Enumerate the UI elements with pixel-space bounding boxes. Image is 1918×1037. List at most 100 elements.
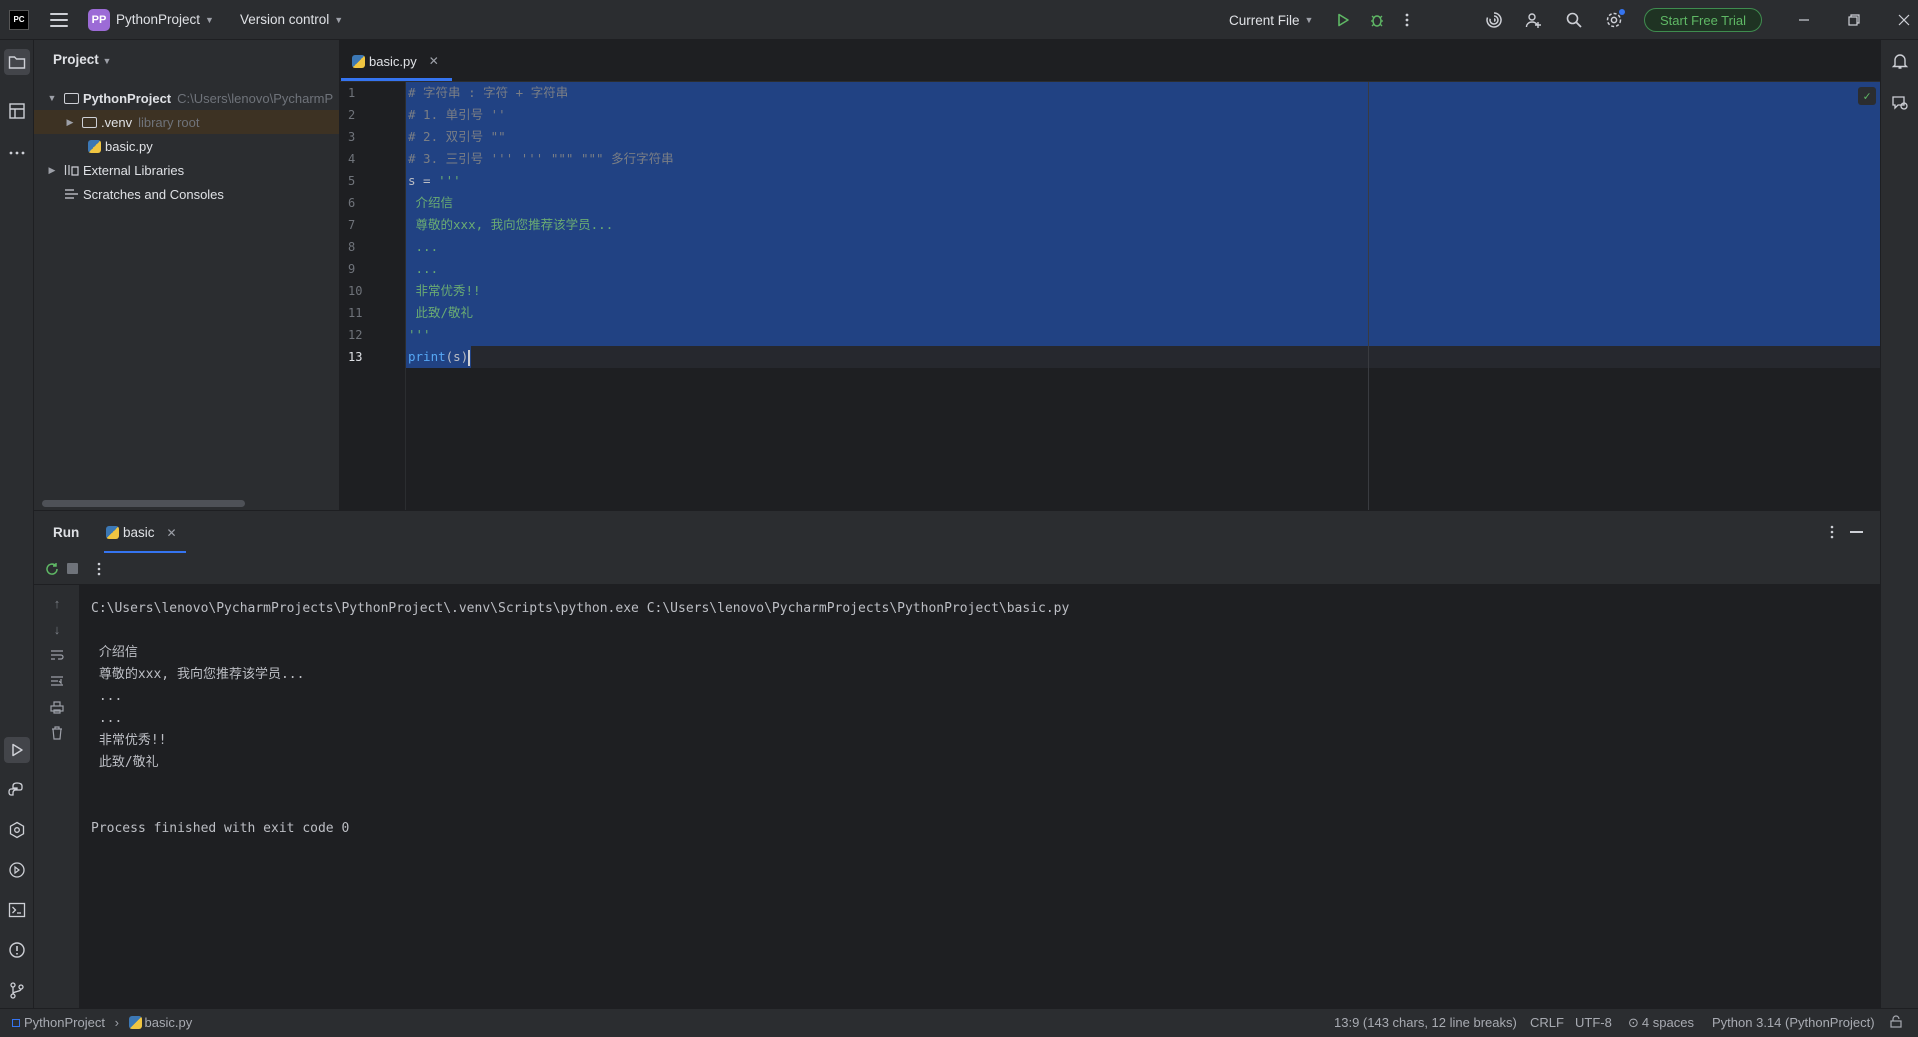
code-token: s =: [408, 173, 439, 188]
problems-icon[interactable]: [4, 937, 30, 963]
breadcrumb-file[interactable]: basic.py: [145, 1015, 193, 1030]
chevron-down-icon: ▼: [205, 14, 214, 25]
soft-wrap-icon[interactable]: [48, 646, 66, 664]
project-badge[interactable]: PP: [88, 8, 110, 31]
python-console-icon[interactable]: [4, 857, 30, 883]
run-config-selector[interactable]: Current File ▼: [1229, 13, 1313, 28]
file-encoding[interactable]: UTF-8: [1575, 1015, 1612, 1030]
restore-icon[interactable]: [1840, 6, 1868, 34]
console-output-line: ...: [91, 711, 123, 726]
library-icon: [64, 164, 79, 176]
ai-chat-icon[interactable]: [1887, 90, 1913, 116]
current-line-highlight: [406, 346, 1880, 368]
code-line: ''': [408, 327, 431, 342]
breadcrumb-project[interactable]: PythonProject: [24, 1015, 105, 1030]
arrow-up-icon[interactable]: ↑: [48, 594, 66, 612]
active-tab-indicator: [341, 78, 452, 81]
minimize-icon[interactable]: [1790, 6, 1818, 34]
ext-libs-label: External Libraries: [83, 162, 185, 178]
notifications-bell-icon[interactable]: [1887, 48, 1913, 74]
project-tool-folder-icon[interactable]: [4, 49, 30, 75]
code-token: ''': [438, 173, 461, 188]
code-line: 此致/敬礼: [408, 305, 474, 320]
tree-item-scratches[interactable]: Scratches and Consoles: [34, 182, 339, 206]
file-name: basic.py: [105, 138, 153, 154]
update-badge: [1619, 9, 1625, 15]
trash-icon[interactable]: [48, 724, 66, 742]
project-panel-title[interactable]: Project ▼: [53, 52, 111, 67]
read-only-toggle-icon[interactable]: [1890, 1015, 1902, 1031]
run-icon[interactable]: [1329, 6, 1357, 34]
console-command-line: C:\Users\lenovo\PycharmProjects\PythonPr…: [91, 601, 1070, 616]
ai-assistant-icon[interactable]: [1480, 6, 1508, 34]
pycharm-icon[interactable]: PC: [9, 9, 29, 30]
terminal-icon[interactable]: [4, 897, 30, 923]
rerun-icon[interactable]: [44, 561, 60, 580]
start-free-trial-button[interactable]: Start Free Trial: [1644, 8, 1762, 32]
search-icon[interactable]: [1560, 6, 1588, 34]
run-panel-title: Run: [53, 525, 80, 540]
structure-icon[interactable]: [4, 98, 30, 124]
run-panel-header: Run basic ✕: [34, 510, 1880, 554]
code-line: ...: [408, 261, 439, 276]
project-switcher[interactable]: PythonProject ▼: [116, 12, 214, 27]
run-tool-icon[interactable]: [4, 737, 30, 763]
services-icon[interactable]: [4, 817, 30, 843]
tab-label: basic.py: [369, 53, 417, 69]
scratches-icon: [64, 188, 79, 200]
title-bar: PC PP PythonProject ▼ Version control ▼ …: [0, 0, 1918, 40]
left-tool-strip: [0, 40, 34, 1008]
close-tab-icon[interactable]: ✕: [167, 526, 177, 540]
tree-item-project-root[interactable]: ▼ PythonProject C:\Users\lenovo\PycharmP: [34, 86, 339, 110]
code-token: (s): [445, 349, 469, 364]
caret-position[interactable]: 13:9 (143 chars, 12 line breaks): [1334, 1015, 1517, 1030]
tab-basic-py[interactable]: basic.py ✕: [352, 40, 439, 82]
run-console-output[interactable]: C:\Users\lenovo\PycharmProjects\PythonPr…: [80, 585, 1880, 1008]
line-number: 10: [348, 284, 363, 298]
text-caret: [468, 349, 471, 366]
line-number: 6: [348, 196, 356, 210]
code-line: 尊敬的xxx, 我向您推荐该学员...: [408, 217, 614, 232]
tab-run-basic[interactable]: basic ✕: [106, 511, 177, 554]
line-number: 11: [348, 306, 363, 320]
root-path: C:\Users\lenovo\PycharmP: [177, 90, 334, 106]
python-file-icon: [352, 54, 365, 68]
status-bar: PythonProject › basic.py 13:9 (143 chars…: [0, 1008, 1918, 1037]
vcs-menu[interactable]: Version control ▼: [240, 12, 343, 27]
more-tools-icon[interactable]: [4, 140, 30, 166]
python-packages-icon[interactable]: [4, 777, 30, 803]
tree-item-basic-py[interactable]: basic.py: [34, 134, 339, 158]
editor-tab-bar: basic.py ✕: [340, 40, 1880, 82]
close-tab-icon[interactable]: ✕: [429, 54, 439, 68]
tree-item-external-libraries[interactable]: ▶ External Libraries: [34, 158, 339, 182]
code-line: s = ''': [408, 170, 461, 192]
hide-panel-icon[interactable]: [1850, 531, 1863, 533]
print-icon[interactable]: [48, 698, 66, 716]
hamburger-menu-icon[interactable]: [50, 12, 68, 27]
horizontal-scrollbar[interactable]: [42, 500, 245, 507]
python-interpreter[interactable]: Python 3.14 (PythonProject): [1712, 1015, 1875, 1030]
indent-setting[interactable]: ⊙ 4 spaces: [1628, 1015, 1694, 1031]
root-name: PythonProject: [83, 90, 172, 106]
chevron-down-icon: ▼: [1304, 15, 1314, 25]
add-user-icon[interactable]: [1520, 6, 1548, 34]
debug-icon[interactable]: [1363, 6, 1391, 34]
inspection-ok-icon[interactable]: ✓: [1858, 87, 1876, 105]
folder-icon: [64, 92, 79, 104]
more-actions-icon[interactable]: [1393, 6, 1421, 34]
project-name: PythonProject: [116, 12, 201, 27]
run-options-icon[interactable]: [1830, 525, 1834, 542]
line-separator[interactable]: CRLF: [1530, 1015, 1564, 1030]
code-editor[interactable]: # 字符串 : 字符 + 字符串 # 1. 单引号 '' # 2. 双引号 ""…: [406, 82, 1880, 510]
stop-icon[interactable]: [67, 563, 78, 574]
run-toolbar: [34, 553, 1880, 585]
close-window-icon[interactable]: [1890, 6, 1918, 34]
scroll-to-end-icon[interactable]: [48, 672, 66, 690]
git-icon[interactable]: [4, 977, 30, 1003]
more-actions-icon[interactable]: [97, 562, 101, 579]
tree-item-venv[interactable]: ▶ .venv library root: [34, 110, 339, 134]
arrow-down-icon[interactable]: ↓: [48, 620, 66, 638]
module-icon: [12, 1019, 20, 1027]
code-line: print(s): [408, 346, 471, 368]
settings-gear-icon[interactable]: [1600, 6, 1628, 34]
